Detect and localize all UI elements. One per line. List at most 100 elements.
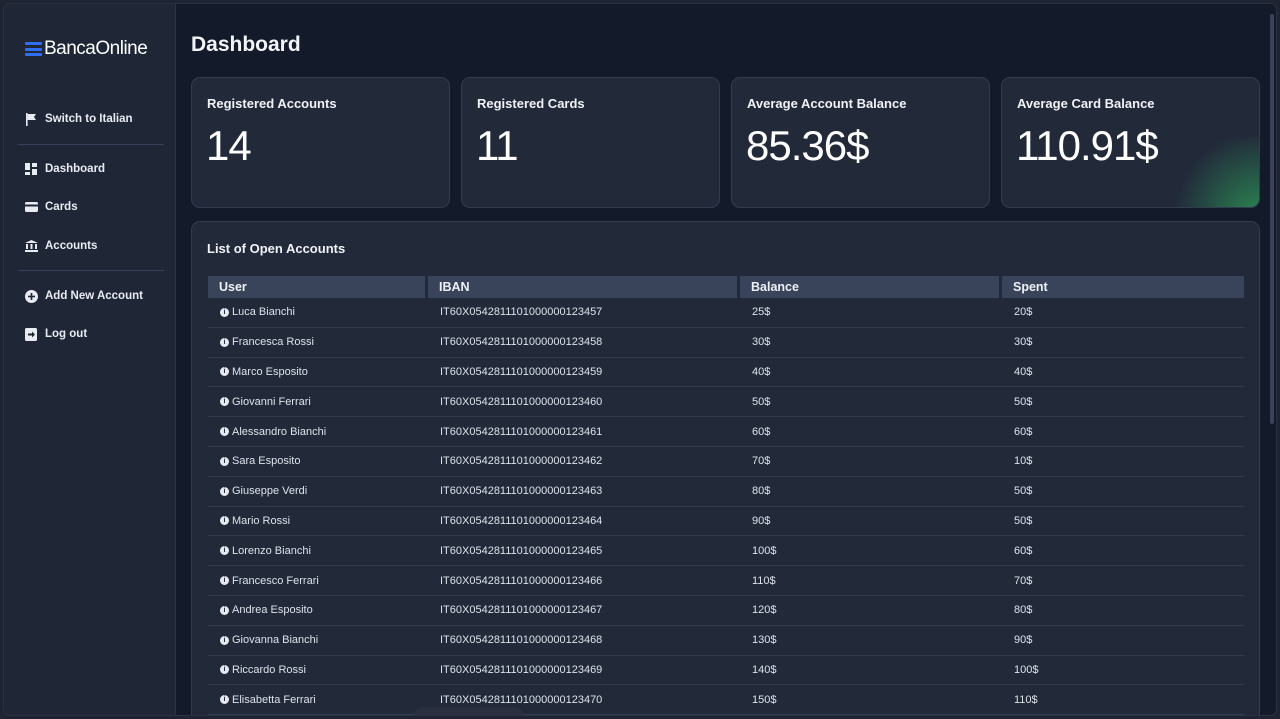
spent-cell: 60$	[1002, 417, 1244, 447]
info-icon[interactable]: i	[220, 546, 229, 556]
sidebar-item-accounts[interactable]: Accounts	[24, 239, 97, 253]
stat-card-average-card-balance: Average Card Balance 110.91$	[1001, 77, 1260, 208]
user-cell: i Riccardo Rossi	[208, 656, 428, 686]
balance-cell: 70$	[740, 447, 1002, 477]
iban-cell: IT60X0542811101000000123459	[428, 358, 740, 388]
user-cell-content: i Andrea Esposito	[220, 604, 428, 616]
balance-cell: 150$	[740, 685, 1002, 715]
info-icon[interactable]: i	[220, 576, 229, 586]
column-header-spent[interactable]: Spent	[1002, 276, 1244, 298]
decorative-glow	[1159, 137, 1259, 207]
stat-label: Registered Cards	[477, 96, 585, 111]
user-cell: i Francesca Rossi	[208, 328, 428, 358]
user-cell-content: i Luca Bianchi	[220, 306, 428, 318]
main-content: Dashboard Registered Accounts 14 Registe…	[176, 4, 1276, 715]
spent-cell: 110$	[1002, 685, 1244, 715]
sidebar-item-label: Dashboard	[45, 163, 106, 175]
spent-cell: 20$	[1002, 298, 1244, 328]
table-row[interactable]: i Giuseppe Verdi IT60X05428111010000001234…	[208, 477, 1244, 507]
menu-icon	[25, 42, 42, 56]
table-row[interactable]: i Giovanni Ferrari IT60X054281110100000012…	[208, 387, 1244, 418]
user-name: Lorenzo Bianchi	[232, 544, 311, 557]
switch-language-label: Switch to Italian	[45, 113, 133, 125]
info-icon[interactable]: i	[220, 635, 229, 645]
spent-cell: 100$	[1002, 656, 1244, 686]
balance-cell: 90$	[740, 507, 1002, 537]
user-name: Riccardo Rossi	[232, 663, 306, 676]
logout-button[interactable]: Log out	[24, 327, 87, 341]
user-cell: i Sara Esposito	[208, 447, 428, 477]
column-header-user[interactable]: User	[208, 276, 428, 298]
user-cell: i Giovanni Ferrari	[208, 387, 428, 418]
table-row[interactable]: i Alessandro Bianchi IT60X0542811101000000…	[208, 417, 1244, 447]
spent-cell: 30$	[1002, 328, 1244, 358]
info-icon[interactable]: i	[220, 486, 229, 496]
stat-value: 11	[476, 122, 519, 169]
user-name: Elisabetta Ferrari	[232, 693, 316, 706]
accounts-table: User IBAN Balance Spent i Luca Bianchi IT6…	[208, 276, 1244, 715]
user-cell: i Giuseppe Verdi	[208, 477, 428, 507]
stat-label: Average Card Balance	[1017, 96, 1155, 111]
user-cell-content: i Francesco Ferrari	[220, 575, 428, 587]
table-row[interactable]: i Francesca Rossi IT60X0542811101000000123…	[208, 328, 1244, 358]
column-header-iban[interactable]: IBAN	[428, 276, 740, 298]
sidebar-item-cards[interactable]: Cards	[24, 200, 78, 214]
sidebar-item-label: Accounts	[45, 240, 98, 252]
user-cell: i Alessandro Bianchi	[208, 417, 428, 447]
switch-language-button[interactable]: Switch to Italian	[24, 112, 133, 126]
table-row[interactable]: i Elisabetta Ferrari IT60X0542811101000000…	[208, 685, 1244, 715]
spent-cell: 90$	[1002, 626, 1244, 656]
spent-cell: 50$	[1002, 507, 1244, 537]
balance-cell: 140$	[740, 656, 1002, 686]
page-scrollbar[interactable]	[1270, 14, 1274, 424]
table-row[interactable]: i Andrea Esposito IT60X0542811101000000123…	[208, 596, 1244, 626]
balance-cell: 100$	[740, 536, 1002, 567]
info-icon[interactable]: i	[220, 427, 229, 437]
user-name: Giovanna Bianchi	[232, 634, 319, 647]
info-icon[interactable]: i	[220, 665, 229, 675]
info-icon[interactable]: i	[220, 605, 229, 615]
user-name: Francesco Ferrari	[232, 574, 319, 587]
app-window: BancaOnline Switch to Italian Dashboard …	[4, 4, 1276, 715]
user-cell-content: i Mario Rossi	[220, 515, 428, 527]
info-icon[interactable]: i	[220, 516, 229, 526]
balance-cell: 130$	[740, 626, 1002, 656]
balance-cell: 30$	[740, 328, 1002, 358]
info-icon[interactable]: i	[220, 456, 229, 466]
sidebar-item-label: Cards	[45, 201, 78, 213]
floating-toolbar[interactable]	[414, 707, 524, 715]
info-icon[interactable]: i	[220, 367, 229, 377]
user-cell-content: i Marco Esposito	[220, 366, 428, 378]
info-icon[interactable]: i	[220, 695, 229, 705]
brand-logo[interactable]: BancaOnline	[25, 38, 148, 60]
user-cell-content: i Lorenzo Bianchi	[220, 545, 428, 557]
sidebar-item-dashboard[interactable]: Dashboard	[24, 162, 105, 176]
user-name: Sara Esposito	[232, 455, 301, 468]
table-row[interactable]: i Luca Bianchi IT60X0542811101000000123457…	[208, 298, 1244, 328]
user-cell-content: i Riccardo Rossi	[220, 664, 428, 676]
spent-cell: 50$	[1002, 477, 1244, 507]
table-row[interactable]: i Lorenzo Bianchi IT60X0542811101000000123…	[208, 536, 1244, 567]
table-row[interactable]: i Sara Esposito IT60X054281110100000012346…	[208, 447, 1244, 477]
stat-card-average-account-balance: Average Account Balance 85.36$	[731, 77, 990, 208]
column-header-balance[interactable]: Balance	[740, 276, 1002, 298]
iban-cell: IT60X0542811101000000123466	[428, 566, 740, 596]
spent-cell: 70$	[1002, 566, 1244, 596]
table-row[interactable]: i Francesco Ferrari IT60X05428111010000001…	[208, 566, 1244, 596]
info-icon[interactable]: i	[220, 397, 229, 407]
table-body: i Luca Bianchi IT60X0542811101000000123457…	[208, 298, 1244, 715]
brand-name: BancaOnline	[44, 38, 148, 59]
user-name: Giovanni Ferrari	[232, 395, 311, 408]
add-account-button[interactable]: Add New Account	[24, 289, 143, 303]
info-icon[interactable]: i	[220, 337, 229, 347]
info-icon[interactable]: i	[220, 307, 229, 317]
table-row[interactable]: i Riccardo Rossi IT60X05428111010000001234…	[208, 656, 1244, 686]
logout-label: Log out	[45, 328, 88, 340]
table-row[interactable]: i Giovanna Bianchi IT60X054281110100000012…	[208, 626, 1244, 656]
table-row[interactable]: i Mario Rossi IT60X0542811101000000123464 9…	[208, 507, 1244, 537]
spent-cell: 10$	[1002, 447, 1244, 477]
user-cell-content: i Alessandro Bianchi	[220, 426, 428, 438]
iban-cell: IT60X0542811101000000123465	[428, 536, 740, 567]
table-row[interactable]: i Marco Esposito IT60X05428111010000001234…	[208, 358, 1244, 388]
stat-label: Registered Accounts	[207, 96, 337, 111]
